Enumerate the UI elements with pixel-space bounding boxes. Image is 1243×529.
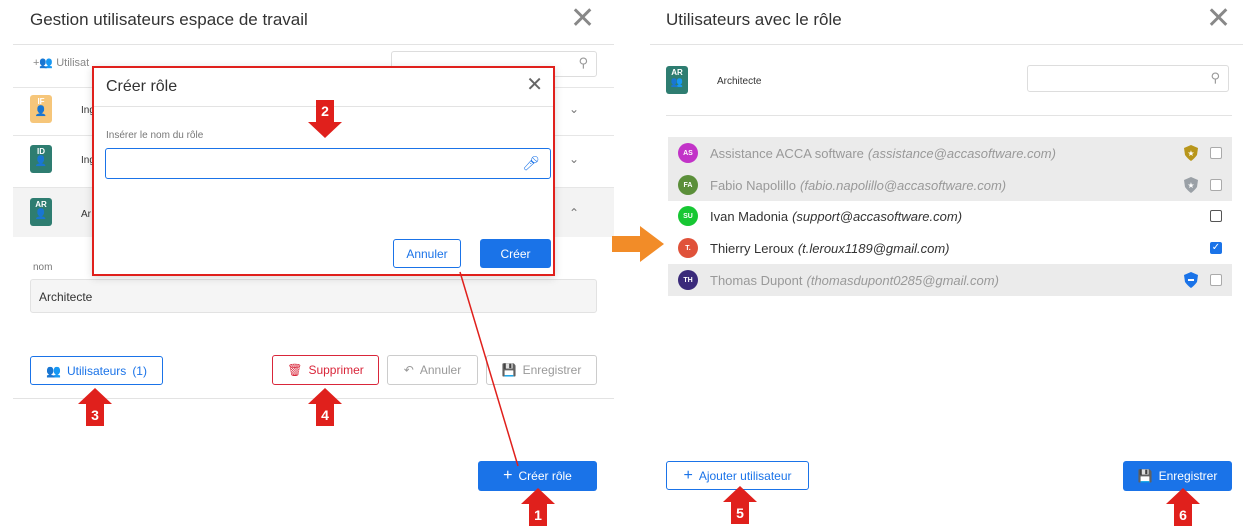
blue-shield-icon xyxy=(1184,272,1198,288)
user-row-assistance[interactable]: AS Assistance ACCA software (assistance@… xyxy=(668,137,1232,169)
user-email: (support@accasoftware.com) xyxy=(792,208,963,224)
marker-4: 4 xyxy=(308,388,342,426)
user-row-thierry[interactable]: T. Thierry Leroux (t.leroux1189@gmail.co… xyxy=(668,232,1232,264)
user-email: (t.leroux1189@gmail.com) xyxy=(797,240,950,256)
right-close-icon[interactable]: ✕ xyxy=(1206,4,1231,34)
user-checkbox[interactable] xyxy=(1210,210,1222,222)
avatar: AS xyxy=(678,143,698,163)
user-email: (thomasdupont0285@gmail.com) xyxy=(806,272,999,288)
marker-3: 3 xyxy=(78,388,112,426)
avatar: T. xyxy=(678,238,698,258)
svg-text:★: ★ xyxy=(1187,181,1194,190)
save-icon: 💾 xyxy=(1137,469,1153,483)
marker-2: 2 xyxy=(308,100,342,138)
silver-shield-icon: ★ xyxy=(1184,177,1198,193)
user-checkbox[interactable] xyxy=(1210,179,1222,191)
user-row-fabio[interactable]: FA Fabio Napolillo (fabio.napolillo@acca… xyxy=(668,169,1232,201)
avatar: SU xyxy=(678,206,698,226)
user-checkbox-checked[interactable]: ✓ xyxy=(1210,242,1222,254)
orange-arrow-icon xyxy=(612,226,664,262)
user-email: (assistance@accasoftware.com) xyxy=(867,145,1056,161)
gold-shield-icon: ★ xyxy=(1184,145,1198,161)
role-badge-ar: AR 👥 xyxy=(666,66,688,94)
avatar: TH xyxy=(678,270,698,290)
plus-icon: + xyxy=(683,466,693,484)
marker-1: 1 xyxy=(521,488,555,526)
user-name: Ivan Madonia xyxy=(710,208,789,224)
user-row-thomas[interactable]: TH Thomas Dupont (thomasdupont0285@gmail… xyxy=(668,264,1232,296)
marker-6: 6 xyxy=(1166,488,1200,526)
svg-text:★: ★ xyxy=(1187,149,1194,158)
role-name: Architecte xyxy=(717,76,762,87)
user-row-ivan[interactable]: SU Ivan Madonia (support@accasoftware.co… xyxy=(668,200,1232,232)
right-panel-title: Utilisateurs avec le rôle xyxy=(666,10,842,29)
right-save-button[interactable]: 💾 Enregistrer xyxy=(1123,461,1232,491)
right-save-label: Enregistrer xyxy=(1158,469,1218,483)
user-email: (fabio.napolillo@accasoftware.com) xyxy=(800,177,1007,193)
user-checkbox[interactable] xyxy=(1210,147,1222,159)
avatar: FA xyxy=(678,175,698,195)
marker-5: 5 xyxy=(723,486,757,524)
right-search-box[interactable]: ⚲ xyxy=(1027,65,1229,92)
search-icon: ⚲ xyxy=(1210,70,1220,85)
user-name: Assistance ACCA software xyxy=(710,145,864,161)
user-name: Thomas Dupont xyxy=(710,272,803,288)
user-name: Thierry Leroux xyxy=(710,240,794,256)
user-checkbox[interactable] xyxy=(1210,274,1222,286)
add-user-label: Ajouter utilisateur xyxy=(698,468,792,483)
user-name: Fabio Napolillo xyxy=(710,177,796,193)
